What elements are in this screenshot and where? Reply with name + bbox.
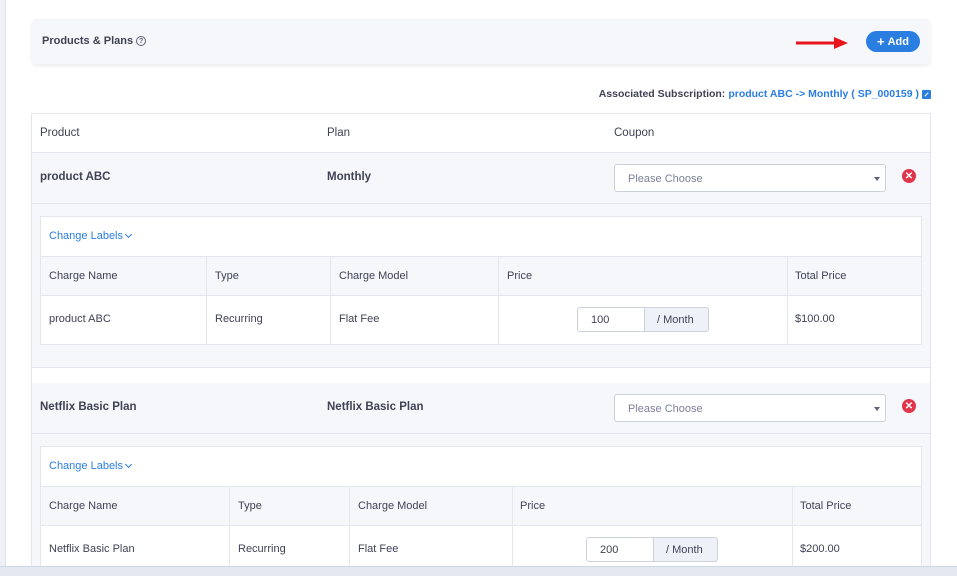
- charge-model-header: Charge Model: [339, 270, 409, 282]
- coupon-select-placeholder: Please Choose: [628, 173, 703, 185]
- product-row: product ABC Monthly Please Choose ✕: [32, 153, 930, 203]
- charge-table: Change Labels Charge Name Type Charge Mo…: [40, 446, 922, 574]
- divider: [787, 296, 788, 344]
- divider: [349, 487, 350, 525]
- chevron-down-icon: [124, 230, 133, 239]
- section-title-text: Products & Plans: [42, 35, 134, 47]
- plus-icon: +: [877, 34, 885, 49]
- associated-subscription: Associated Subscription: product ABC -> …: [599, 88, 931, 100]
- change-labels-link[interactable]: Change Labels: [49, 460, 133, 472]
- price-field: 200 / Month: [586, 537, 718, 562]
- charge-detail-panel: Change Labels Charge Name Type Charge Mo…: [32, 434, 930, 574]
- total-price: $100.00: [795, 313, 835, 325]
- price-header: Price: [507, 270, 533, 282]
- type-header: Type: [215, 270, 239, 282]
- price-input[interactable]: 200: [586, 537, 654, 562]
- coupon-select-placeholder: Please Choose: [628, 403, 703, 415]
- red-arrow-icon: [796, 37, 848, 49]
- coupon-select[interactable]: Please Choose: [614, 394, 886, 422]
- coupon-select[interactable]: Please Choose: [614, 164, 886, 192]
- add-button[interactable]: + Add: [866, 31, 920, 52]
- column-header-coupon: Coupon: [614, 127, 655, 139]
- plan-name: Netflix Basic Plan: [327, 401, 424, 413]
- price-header: Price: [520, 500, 546, 512]
- section-title: Products & Plans ?: [42, 35, 147, 47]
- add-button-label: Add: [887, 35, 909, 48]
- type-header: Type: [238, 500, 262, 512]
- total-price-header: Total Price: [795, 270, 847, 282]
- change-labels-text: Change Labels: [49, 230, 124, 242]
- remove-icon[interactable]: ✕: [902, 399, 916, 413]
- divider: [512, 487, 513, 525]
- divider: [498, 296, 499, 344]
- change-labels-link[interactable]: Change Labels: [49, 230, 133, 242]
- product-row: Netflix Basic Plan Netflix Basic Plan Pl…: [32, 383, 930, 433]
- caret-down-icon: [874, 177, 880, 181]
- remove-icon[interactable]: ✕: [902, 169, 916, 183]
- charge-table: Change Labels Charge Name Type Charge Mo…: [40, 216, 922, 345]
- bottom-edge: [0, 566, 957, 576]
- charge-table-header: Charge Name Type Charge Model Price Tota…: [41, 256, 921, 296]
- price-field: 100 / Month: [577, 307, 709, 332]
- divider: [792, 487, 793, 525]
- charge-name: product ABC: [49, 313, 111, 325]
- products-table: Product Plan Coupon product ABC Monthly …: [31, 113, 931, 574]
- divider: [206, 296, 207, 344]
- help-icon[interactable]: ?: [136, 36, 147, 46]
- charge-model-header: Charge Model: [358, 500, 428, 512]
- product-name: product ABC: [40, 171, 111, 183]
- charge-name-header: Charge Name: [49, 500, 118, 512]
- left-sidebar-edge: [0, 0, 6, 576]
- charge-name-header: Charge Name: [49, 270, 118, 282]
- external-link-icon[interactable]: [922, 89, 931, 99]
- divider: [229, 487, 230, 525]
- change-labels-text: Change Labels: [49, 460, 124, 472]
- divider: [330, 296, 331, 344]
- price-unit: / Month: [645, 307, 709, 332]
- spacer: [32, 368, 930, 383]
- price-input[interactable]: 100: [577, 307, 645, 332]
- chevron-down-icon: [124, 460, 133, 469]
- divider: [330, 257, 331, 295]
- column-header-product: Product: [40, 127, 80, 139]
- caret-down-icon: [874, 407, 880, 411]
- plan-name: Monthly: [327, 171, 372, 183]
- charge-table-header: Charge Name Type Charge Model Price Tota…: [41, 486, 921, 526]
- associated-subscription-link[interactable]: product ABC -> Monthly ( SP_000159 ): [728, 88, 919, 100]
- divider: [498, 257, 499, 295]
- table-row: product ABC Recurring Flat Fee 100 / Mon…: [41, 296, 921, 344]
- total-price-header: Total Price: [800, 500, 852, 512]
- divider: [206, 257, 207, 295]
- associated-subscription-label: Associated Subscription:: [598, 88, 726, 100]
- divider: [787, 257, 788, 295]
- charge-model: Flat Fee: [339, 313, 380, 325]
- price-unit: / Month: [654, 537, 718, 562]
- charge-type: Recurring: [215, 313, 263, 325]
- charge-detail-panel: Change Labels Charge Name Type Charge Mo…: [32, 204, 930, 367]
- column-header-plan: Plan: [327, 127, 351, 139]
- product-name: Netflix Basic Plan: [40, 401, 137, 413]
